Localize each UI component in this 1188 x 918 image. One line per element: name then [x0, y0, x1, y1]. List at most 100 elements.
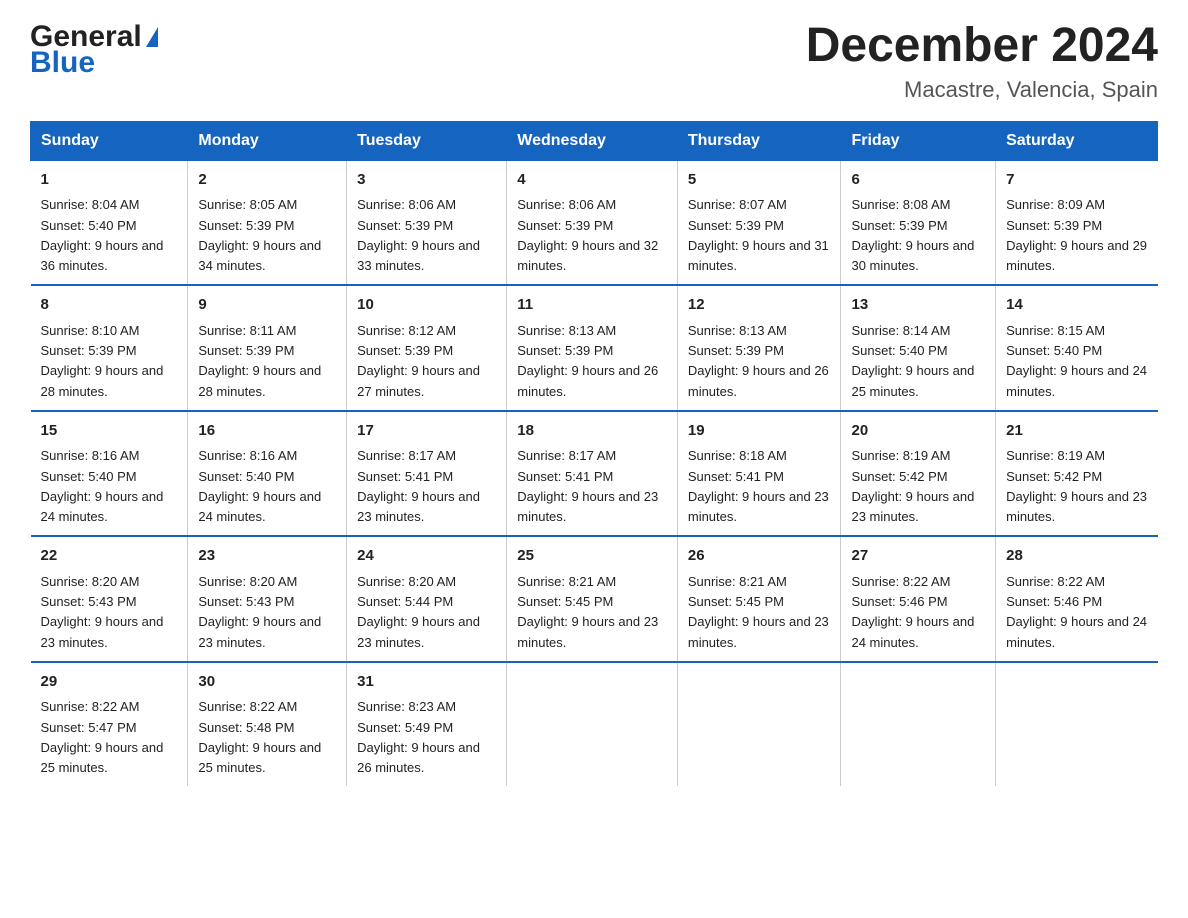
day-number: 29 [41, 671, 178, 694]
calendar-cell: 8 Sunrise: 8:10 AMSunset: 5:39 PMDaylight… [31, 285, 188, 411]
day-info: Sunrise: 8:04 AMSunset: 5:40 PMDaylight:… [41, 197, 164, 273]
title-area: December 2024 Macastre, Valencia, Spain [806, 20, 1158, 103]
calendar-cell: 20 Sunrise: 8:19 AMSunset: 5:42 PMDayligh… [841, 411, 996, 537]
day-number: 14 [1006, 294, 1147, 317]
week-row-3: 15 Sunrise: 8:16 AMSunset: 5:40 PMDayligh… [31, 411, 1158, 537]
calendar-cell: 15Sunrise: 8:16 AMSunset: 5:40 PMDayligh… [31, 411, 188, 537]
col-header-saturday: Saturday [996, 121, 1158, 160]
week-row-2: 8 Sunrise: 8:10 AMSunset: 5:39 PMDaylight… [31, 285, 1158, 411]
day-number: 13 [851, 294, 985, 317]
day-number: 12 [688, 294, 831, 317]
logo: General Blue [30, 20, 158, 80]
day-info: Sunrise: 8:11 AMSunset: 5:39 PMDaylight:… [198, 323, 321, 399]
calendar-cell: 19Sunrise: 8:18 AMSunset: 5:41 PMDayligh… [677, 411, 841, 537]
day-info: Sunrise: 8:20 AMSunset: 5:43 PMDaylight:… [198, 574, 321, 650]
calendar-cell [677, 662, 841, 787]
day-info: Sunrise: 8:05 AMSunset: 5:39 PMDaylight:… [198, 197, 321, 273]
day-info: Sunrise: 8:15 AMSunset: 5:40 PMDaylight:… [1006, 323, 1147, 399]
logo-triangle-icon [146, 27, 158, 47]
calendar-cell: 26 Sunrise: 8:21 AMSunset: 5:45 PMDayligh… [677, 536, 841, 662]
calendar-cell: 4 Sunrise: 8:06 AMSunset: 5:39 PMDaylight… [507, 160, 678, 285]
col-header-thursday: Thursday [677, 121, 841, 160]
calendar-cell: 24 Sunrise: 8:20 AMSunset: 5:44 PMDayligh… [347, 536, 507, 662]
day-number: 1 [41, 169, 178, 192]
day-number: 11 [517, 294, 667, 317]
week-row-5: 29 Sunrise: 8:22 AMSunset: 5:47 PMDayligh… [31, 662, 1158, 787]
calendar-cell: 30 Sunrise: 8:22 AMSunset: 5:48 PMDayligh… [188, 662, 347, 787]
day-number: 28 [1006, 545, 1147, 568]
calendar-cell: 2 Sunrise: 8:05 AMSunset: 5:39 PMDaylight… [188, 160, 347, 285]
calendar-cell: 29 Sunrise: 8:22 AMSunset: 5:47 PMDayligh… [31, 662, 188, 787]
day-number: 26 [688, 545, 831, 568]
calendar-cell: 25 Sunrise: 8:21 AMSunset: 5:45 PMDayligh… [507, 536, 678, 662]
col-header-wednesday: Wednesday [507, 121, 678, 160]
calendar-table: SundayMondayTuesdayWednesdayThursdayFrid… [30, 121, 1158, 787]
day-info: Sunrise: 8:21 AMSunset: 5:45 PMDaylight:… [688, 574, 829, 650]
calendar-cell: 14 Sunrise: 8:15 AMSunset: 5:40 PMDayligh… [996, 285, 1158, 411]
day-info: Sunrise: 8:12 AMSunset: 5:39 PMDaylight:… [357, 323, 480, 399]
calendar-cell: 7Sunrise: 8:09 AMSunset: 5:39 PMDaylight… [996, 160, 1158, 285]
day-info: Sunrise: 8:18 AMSunset: 5:41 PMDaylight:… [688, 448, 829, 524]
day-number: 21 [1006, 420, 1147, 443]
calendar-cell: 27 Sunrise: 8:22 AMSunset: 5:46 PMDayligh… [841, 536, 996, 662]
calendar-cell: 28 Sunrise: 8:22 AMSunset: 5:46 PMDayligh… [996, 536, 1158, 662]
day-number: 25 [517, 545, 667, 568]
calendar-cell: 31 Sunrise: 8:23 AMSunset: 5:49 PMDayligh… [347, 662, 507, 787]
calendar-cell: 12 Sunrise: 8:13 AMSunset: 5:39 PMDayligh… [677, 285, 841, 411]
calendar-cell: 16Sunrise: 8:16 AMSunset: 5:40 PMDayligh… [188, 411, 347, 537]
day-info: Sunrise: 8:10 AMSunset: 5:39 PMDaylight:… [41, 323, 164, 399]
calendar-cell: 17Sunrise: 8:17 AMSunset: 5:41 PMDayligh… [347, 411, 507, 537]
day-number: 4 [517, 169, 667, 192]
day-number: 27 [851, 545, 985, 568]
day-info: Sunrise: 8:22 AMSunset: 5:47 PMDaylight:… [41, 699, 164, 775]
day-number: 17 [357, 420, 496, 443]
day-number: 20 [851, 420, 985, 443]
day-info: Sunrise: 8:14 AMSunset: 5:40 PMDaylight:… [851, 323, 974, 399]
calendar-cell: 22 Sunrise: 8:20 AMSunset: 5:43 PMDayligh… [31, 536, 188, 662]
day-info: Sunrise: 8:16 AMSunset: 5:40 PMDaylight:… [198, 448, 321, 524]
day-number: 6 [851, 169, 985, 192]
day-info: Sunrise: 8:19 AMSunset: 5:42 PMDaylight:… [851, 448, 974, 524]
calendar-cell: 10 Sunrise: 8:12 AMSunset: 5:39 PMDayligh… [347, 285, 507, 411]
day-number: 10 [357, 294, 496, 317]
day-info: Sunrise: 8:19 AMSunset: 5:42 PMDaylight:… [1006, 448, 1147, 524]
day-number: 22 [41, 545, 178, 568]
day-number: 15 [41, 420, 178, 443]
day-info: Sunrise: 8:13 AMSunset: 5:39 PMDaylight:… [688, 323, 829, 399]
page-subtitle: Macastre, Valencia, Spain [806, 77, 1158, 103]
day-number: 24 [357, 545, 496, 568]
calendar-cell: 3 Sunrise: 8:06 AMSunset: 5:39 PMDaylight… [347, 160, 507, 285]
calendar-cell: 13 Sunrise: 8:14 AMSunset: 5:40 PMDayligh… [841, 285, 996, 411]
calendar-cell: 11Sunrise: 8:13 AMSunset: 5:39 PMDayligh… [507, 285, 678, 411]
day-info: Sunrise: 8:08 AMSunset: 5:39 PMDaylight:… [851, 197, 974, 273]
day-info: Sunrise: 8:22 AMSunset: 5:46 PMDaylight:… [851, 574, 974, 650]
day-info: Sunrise: 8:21 AMSunset: 5:45 PMDaylight:… [517, 574, 658, 650]
day-info: Sunrise: 8:06 AMSunset: 5:39 PMDaylight:… [357, 197, 480, 273]
logo-blue: Blue [30, 46, 158, 80]
day-info: Sunrise: 8:07 AMSunset: 5:39 PMDaylight:… [688, 197, 829, 273]
calendar-cell: 6 Sunrise: 8:08 AMSunset: 5:39 PMDaylight… [841, 160, 996, 285]
day-number: 31 [357, 671, 496, 694]
calendar-cell: 9 Sunrise: 8:11 AMSunset: 5:39 PMDaylight… [188, 285, 347, 411]
day-info: Sunrise: 8:22 AMSunset: 5:46 PMDaylight:… [1006, 574, 1147, 650]
day-number: 2 [198, 169, 336, 192]
day-info: Sunrise: 8:20 AMSunset: 5:44 PMDaylight:… [357, 574, 480, 650]
day-number: 9 [198, 294, 336, 317]
day-info: Sunrise: 8:23 AMSunset: 5:49 PMDaylight:… [357, 699, 480, 775]
day-number: 5 [688, 169, 831, 192]
day-info: Sunrise: 8:22 AMSunset: 5:48 PMDaylight:… [198, 699, 321, 775]
day-number: 30 [198, 671, 336, 694]
day-number: 23 [198, 545, 336, 568]
week-row-4: 22 Sunrise: 8:20 AMSunset: 5:43 PMDayligh… [31, 536, 1158, 662]
page-title: December 2024 [806, 20, 1158, 73]
day-info: Sunrise: 8:20 AMSunset: 5:43 PMDaylight:… [41, 574, 164, 650]
day-info: Sunrise: 8:17 AMSunset: 5:41 PMDaylight:… [517, 448, 658, 524]
col-header-tuesday: Tuesday [347, 121, 507, 160]
day-number: 8 [41, 294, 178, 317]
day-info: Sunrise: 8:06 AMSunset: 5:39 PMDaylight:… [517, 197, 658, 273]
col-header-monday: Monday [188, 121, 347, 160]
week-row-1: 1 Sunrise: 8:04 AMSunset: 5:40 PMDaylight… [31, 160, 1158, 285]
day-number: 3 [357, 169, 496, 192]
calendar-cell: 21 Sunrise: 8:19 AMSunset: 5:42 PMDayligh… [996, 411, 1158, 537]
page-header: General Blue December 2024 Macastre, Val… [30, 20, 1158, 103]
